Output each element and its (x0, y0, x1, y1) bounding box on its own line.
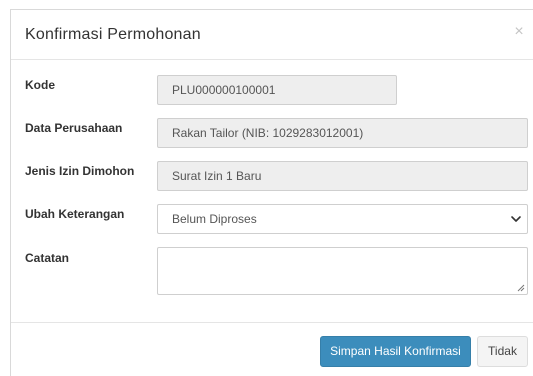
catatan-textarea[interactable] (157, 247, 528, 295)
ubah-keterangan-select[interactable]: Belum Diproses (157, 204, 528, 234)
jenis-izin-label: Jenis Izin Dimohon (25, 164, 135, 178)
ubah-keterangan-label: Ubah Keterangan (25, 207, 125, 221)
modal-footer: Simpan Hasil Konfirmasi Tidak (11, 322, 533, 376)
modal-header: Konfirmasi Permohonan × (11, 10, 533, 60)
chevron-down-icon (511, 216, 521, 222)
catatan-label: Catatan (25, 251, 70, 265)
modal-title: Konfirmasi Permohonan (25, 26, 201, 43)
jenis-izin-field: Surat Izin 1 Baru (157, 161, 528, 191)
data-perusahaan-field: Rakan Tailor (NIB: 1029283012001) (157, 118, 528, 148)
data-perusahaan-label: Data Perusahaan (25, 121, 123, 135)
kode-field: PLU000000100001 (157, 75, 397, 105)
simpan-button[interactable]: Simpan Hasil Konfirmasi (320, 336, 471, 367)
confirmation-modal: Konfirmasi Permohonan × Kode PLU00000010… (10, 9, 533, 376)
tidak-button[interactable]: Tidak (477, 336, 528, 367)
close-icon[interactable]: × (511, 23, 527, 41)
resize-grip-icon[interactable] (517, 284, 525, 292)
kode-label: Kode (25, 78, 55, 92)
select-value: Belum Diproses (172, 212, 257, 226)
